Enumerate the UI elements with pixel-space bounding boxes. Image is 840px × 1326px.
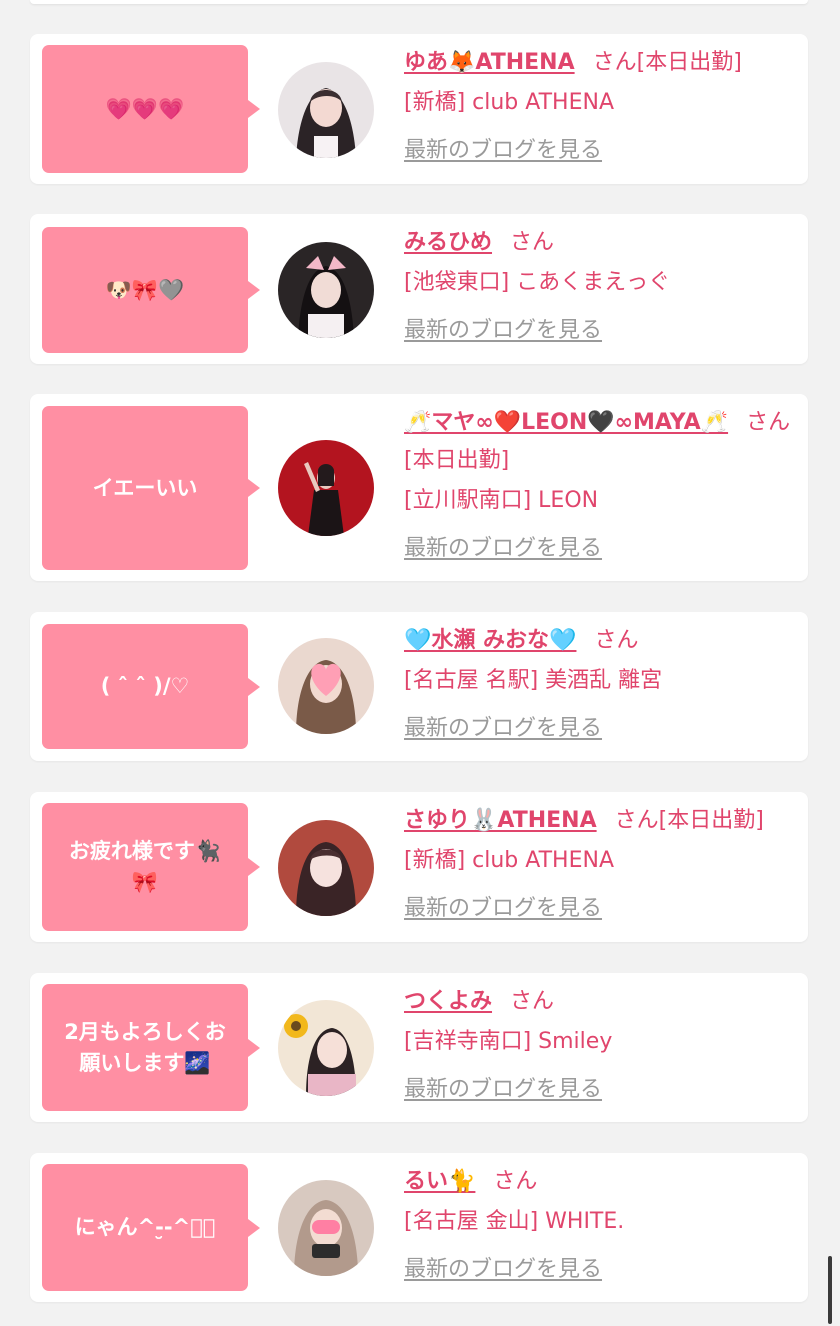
honorific-status: さん[本日出勤] (614, 808, 764, 833)
shop-location: [池袋東口] こあくまえっぐ (404, 270, 671, 295)
shop-location: [立川駅南口] LEON (404, 488, 599, 513)
cast-name-link[interactable]: さゆり🐰ATHENA (404, 808, 597, 833)
avatar[interactable] (278, 820, 374, 916)
latest-blog-link[interactable]: 最新のブログを見る (404, 312, 602, 344)
shop-location: [新橋] club ATHENA (404, 848, 614, 873)
list-item: 🐶🎀🩶 みるひめ さん [池袋東口] こあくまえっぐ 最新のブログを見る (30, 214, 808, 364)
avatar[interactable] (278, 62, 374, 158)
avatar[interactable] (278, 638, 374, 734)
latest-blog-link[interactable]: 最新のブログを見る (404, 1251, 602, 1283)
honorific-status: さん (594, 628, 639, 653)
list-item: 💗💗💗 ゆあ🦊ATHENA さん[本日出勤] [新橋] club ATHENA 最… (30, 34, 808, 184)
comment-bubble: ( ˆ ˆ )/♡ (42, 624, 260, 749)
avatar-photo-icon (278, 242, 374, 338)
avatar-photo-icon (278, 638, 374, 734)
cast-name-link[interactable]: ゆあ🦊ATHENA (404, 50, 575, 75)
shop-location: [新橋] club ATHENA (404, 90, 614, 115)
comment-bubble: 🐶🎀🩶 (42, 227, 260, 353)
avatar-photo-icon (278, 440, 374, 536)
avatar[interactable] (278, 1180, 374, 1276)
cast-name-link[interactable]: つくよみ (404, 989, 492, 1014)
honorific-status: さん[本日出勤] (592, 50, 742, 75)
list-item: お疲れ様です🐈‍⬛🎀 さゆり🐰ATHENA さん[本日出勤] [新橋] club … (30, 792, 808, 942)
list-item: ( ˆ ˆ )/♡ 🩵水瀬 みおな🩵 さん [名古屋 名駅] 美酒乱 離宮 最新の… (30, 612, 808, 761)
latest-blog-link[interactable]: 最新のブログを見る (404, 530, 602, 562)
avatar-photo-icon (278, 1180, 374, 1276)
shop-location: [名古屋 金山] WHITE. (404, 1209, 625, 1234)
cast-name-link[interactable]: 🥂マヤ∞❤️LEON🖤∞MAYA🥂 (404, 410, 728, 435)
comment-bubble: 💗💗💗 (42, 45, 260, 173)
avatar-photo-icon (278, 1000, 374, 1096)
avatar[interactable] (278, 1000, 374, 1096)
shop-location: [吉祥寺南口] Smiley (404, 1029, 613, 1054)
avatar-photo-icon (278, 62, 374, 158)
list-item: 2月もよろしくお願いします🌌 つくよみ さん [吉祥寺南口] Smiley 最新の… (30, 973, 808, 1122)
honorific-status: さん (510, 989, 555, 1014)
list-item: にゃん^-̮-^ฅ゙ るい🐈 さん [名古屋 金山] WHITE. 最新のブログを… (30, 1153, 808, 1302)
latest-blog-link[interactable]: 最新のブログを見る (404, 1071, 602, 1103)
scrollbar[interactable] (828, 1256, 832, 1324)
shop-location: [名古屋 名駅] 美酒乱 離宮 (404, 668, 663, 693)
latest-blog-link[interactable]: 最新のブログを見る (404, 890, 602, 922)
avatar[interactable] (278, 242, 374, 338)
honorific-status: さん (510, 230, 555, 255)
cast-name-link[interactable]: るい🐈 (404, 1169, 475, 1194)
list-item: イエーいい 🥂マヤ∞❤️LEON🖤∞MAYA🥂 さん[本日出勤] [立川駅南口] … (30, 394, 808, 581)
comment-bubble: にゃん^-̮-^ฅ゙ (42, 1164, 260, 1291)
latest-blog-link[interactable]: 最新のブログを見る (404, 132, 602, 164)
cast-name-link[interactable]: 🩵水瀬 みおな🩵 (404, 628, 576, 653)
comment-bubble: お疲れ様です🐈‍⬛🎀 (42, 803, 260, 931)
comment-bubble: イエーいい (42, 406, 260, 570)
cast-name-link[interactable]: みるひめ (404, 230, 492, 255)
latest-blog-link[interactable]: 最新のブログを見る (404, 710, 602, 742)
avatar[interactable] (278, 440, 374, 536)
honorific-status: さん (493, 1169, 538, 1194)
comment-bubble: 2月もよろしくお願いします🌌 (42, 984, 260, 1111)
previous-card-edge (30, 0, 808, 4)
avatar-photo-icon (278, 820, 374, 916)
